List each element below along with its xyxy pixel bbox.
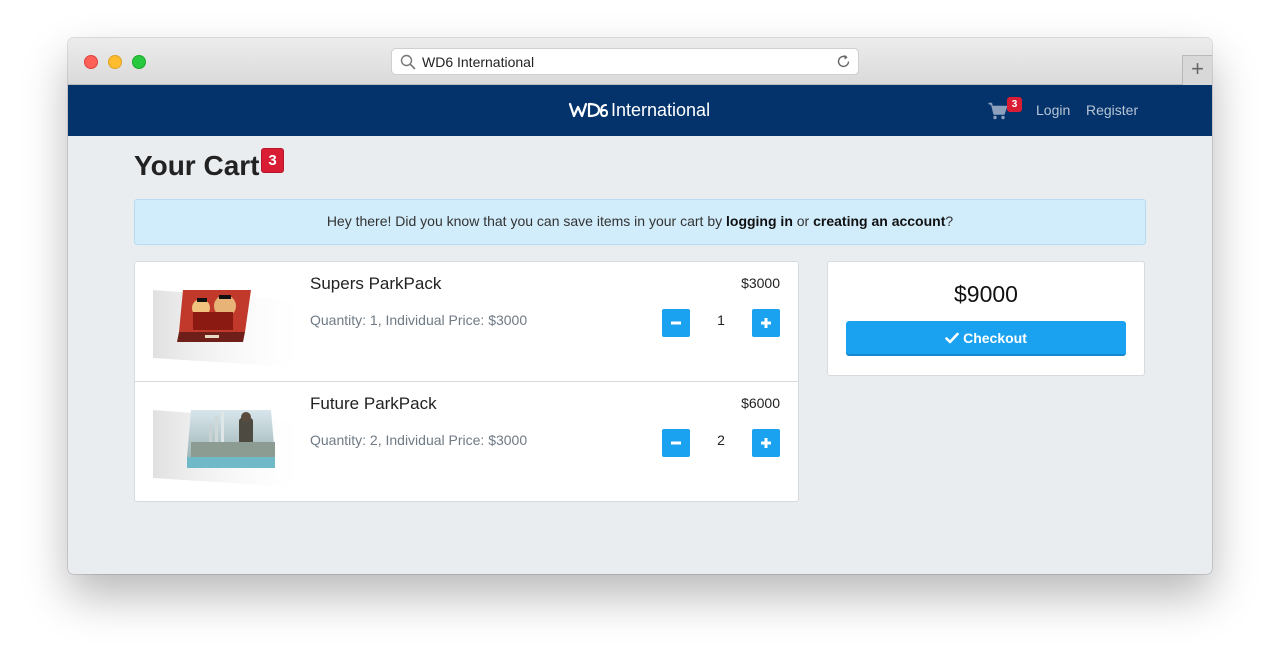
plus-icon [761, 318, 771, 328]
window-close-button[interactable] [84, 55, 98, 69]
page-title: Your Cart [134, 150, 260, 181]
plus-icon [761, 438, 771, 448]
brand-text: International [611, 99, 711, 120]
decrease-quantity-button[interactable] [662, 429, 690, 457]
item-name: Supers ParkPack [310, 274, 442, 293]
item-description: Quantity: 1, Individual Price: $3000 [310, 312, 528, 328]
nav-register-link[interactable]: Register [1086, 102, 1138, 118]
alert-text-before: Hey there! Did you know that you can sav… [326, 213, 726, 229]
new-tab-button[interactable]: + [1182, 55, 1212, 85]
brand[interactable]: International [568, 98, 710, 122]
quantity-value: 2 [717, 432, 725, 448]
increase-quantity-button[interactable] [752, 309, 780, 337]
quantity-value: 1 [717, 312, 725, 328]
alert-register-link[interactable]: creating an account [813, 213, 945, 229]
wd6-logo [568, 102, 608, 118]
supers-parkpack-image [153, 290, 311, 368]
cart-items-list: Supers ParkPack Quantity: 1, Individual … [134, 261, 799, 502]
minus-icon [671, 321, 681, 325]
alert-login-link[interactable]: logging in [726, 213, 793, 229]
cart-item: Future ParkPack Quantity: 2, Individual … [135, 382, 798, 502]
checkout-label: Checkout [963, 329, 1027, 346]
decrease-quantity-button[interactable] [662, 309, 690, 337]
item-price: $3000 [741, 275, 780, 291]
cart-title-badge: 3 [261, 148, 284, 173]
address-bar-text: WD6 International [422, 54, 535, 70]
site-navbar: International 3 Login Register [68, 85, 1212, 136]
nav-login-link[interactable]: Login [1036, 102, 1070, 118]
search-icon [400, 54, 416, 70]
browser-titlebar: WD6 International + [68, 38, 1212, 85]
checkout-button[interactable]: Checkout [846, 321, 1126, 356]
order-summary: $9000 Checkout [827, 261, 1145, 376]
nav-cart-link[interactable]: 3 [988, 97, 1022, 122]
future-parkpack-image [153, 410, 311, 488]
shopping-cart-icon [988, 102, 1008, 120]
alert-text-middle: or [792, 213, 814, 229]
address-bar[interactable]: WD6 International [391, 48, 859, 75]
window-maximize-button[interactable] [132, 55, 146, 69]
browser-window: WD6 International + International 3 Logi… [68, 38, 1212, 574]
checkmark-icon [945, 332, 959, 343]
cart-item: Supers ParkPack Quantity: 1, Individual … [135, 262, 798, 382]
item-name: Future ParkPack [310, 394, 437, 413]
window-minimize-button[interactable] [108, 55, 122, 69]
cart-count-badge: 3 [1007, 97, 1022, 112]
login-suggestion-alert: Hey there! Did you know that you can sav… [134, 199, 1146, 245]
minus-icon [671, 441, 681, 445]
cart-total: $9000 [954, 281, 1018, 307]
increase-quantity-button[interactable] [752, 429, 780, 457]
item-description: Quantity: 2, Individual Price: $3000 [310, 432, 528, 448]
alert-text-after: ? [945, 213, 954, 229]
reload-icon[interactable] [835, 53, 852, 70]
item-price: $6000 [741, 395, 780, 411]
